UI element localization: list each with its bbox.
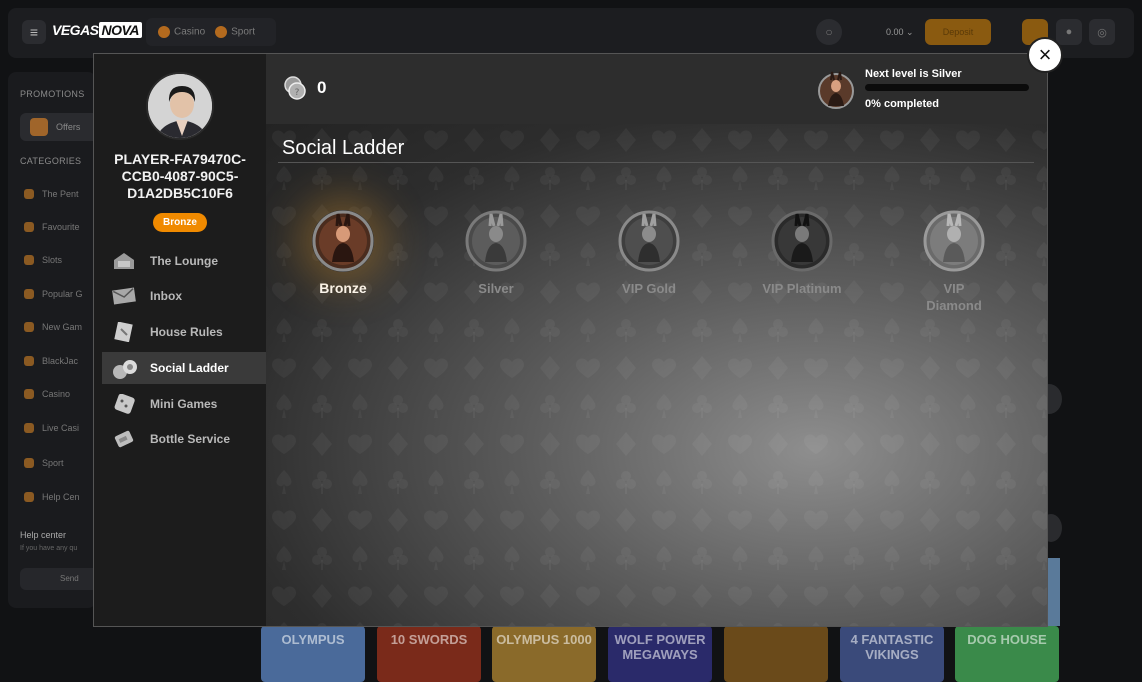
sidebar-item[interactable]: Popular G bbox=[24, 289, 83, 299]
nav-label: Mini Games bbox=[150, 397, 218, 411]
tier-silver: Silver bbox=[436, 210, 556, 297]
game-tile[interactable]: DOG HOUSE bbox=[955, 626, 1059, 682]
send-button[interactable]: Send bbox=[20, 568, 96, 590]
sidebar-item[interactable]: Live Casi bbox=[24, 423, 79, 433]
close-icon[interactable]: × bbox=[1027, 37, 1063, 73]
game-tile[interactable]: 10 SWORDS bbox=[377, 626, 481, 682]
offers-button[interactable]: Offers bbox=[20, 113, 96, 141]
vip-gold-tier-icon bbox=[618, 210, 680, 272]
game-tile[interactable]: OLYMPUS 1000 bbox=[492, 626, 596, 682]
nav-item-house-rules[interactable]: House Rules bbox=[102, 316, 266, 348]
progress-label: 0% completed bbox=[865, 98, 939, 110]
site-logo[interactable]: VEGAS NOVA bbox=[52, 22, 142, 38]
nav-label: House Rules bbox=[150, 325, 223, 339]
tier-vip-gold: VIP Gold bbox=[589, 210, 709, 297]
tab-casino[interactable]: Casino bbox=[158, 26, 205, 38]
social-ladder-panel: Social Ladder Bronze Silver VIP Gold VIP… bbox=[266, 124, 1047, 626]
sidebar-item[interactable]: Favourite bbox=[24, 222, 80, 232]
nav-item-bottle-service[interactable]: Bottle Service bbox=[102, 423, 266, 455]
sidebar-item[interactable]: Help Cen bbox=[24, 492, 80, 502]
help-center-title: Help center bbox=[20, 530, 67, 540]
current-tier-avatar bbox=[818, 70, 854, 110]
next-level-text: Next level is Silver bbox=[865, 68, 962, 80]
sidebar-item[interactable]: BlackJac bbox=[24, 356, 78, 366]
offers-icon bbox=[30, 118, 48, 136]
tier-name: Silver bbox=[478, 281, 514, 296]
language-flag-icon[interactable]: ◎ bbox=[1089, 19, 1115, 45]
vip-platinum-tier-icon bbox=[771, 210, 833, 272]
house-rules-icon bbox=[112, 321, 136, 343]
nav-item-the-lounge[interactable]: The Lounge bbox=[102, 245, 266, 277]
coin-count: 0 bbox=[317, 78, 327, 97]
tier-name: Bronze bbox=[319, 280, 367, 296]
sidebar-item[interactable]: Casino bbox=[24, 389, 70, 399]
sidebar-item[interactable]: Sport bbox=[24, 458, 64, 468]
nav-label: Bottle Service bbox=[150, 432, 231, 446]
modal-sidebar: PLAYER-FA79470C-CCB0-4087-90C5-D1A2DB5C1… bbox=[94, 54, 266, 626]
search-icon[interactable]: ○ bbox=[816, 19, 842, 45]
help-center-subtitle: If you have any qu bbox=[20, 545, 78, 552]
tier-name: VIP Platinum bbox=[762, 281, 842, 296]
categories-heading: CATEGORIES bbox=[20, 156, 82, 166]
promotions-heading: PROMOTIONS bbox=[20, 89, 85, 99]
section-title: Social Ladder bbox=[282, 137, 405, 159]
section-divider bbox=[278, 162, 1034, 163]
nav-label: The Lounge bbox=[150, 254, 218, 268]
dice-icon bbox=[112, 393, 136, 414]
tier-vip-diamond: VIP Diamond bbox=[894, 210, 1014, 314]
deposit-button[interactable]: Deposit bbox=[925, 19, 991, 45]
bottle-icon bbox=[112, 429, 136, 449]
hamburger-menu-icon[interactable]: ≡ bbox=[22, 20, 46, 44]
bronze-tier-icon bbox=[312, 210, 374, 272]
game-tile[interactable]: WOLF POWER MEGAWAYS bbox=[608, 626, 712, 682]
nav-item-social-ladder[interactable]: Social Ladder bbox=[102, 352, 266, 384]
avatar bbox=[146, 72, 214, 140]
nav-item-mini-games[interactable]: Mini Games bbox=[102, 388, 266, 420]
lounge-icon bbox=[112, 251, 136, 271]
coins-icon: ? bbox=[282, 74, 310, 102]
sidebar-item[interactable]: New Gam bbox=[24, 322, 82, 332]
balance-display[interactable]: 0.00 ⌄ bbox=[886, 27, 914, 38]
svg-text:?: ? bbox=[295, 88, 300, 98]
inbox-icon bbox=[112, 286, 136, 306]
vip-diamond-tier-icon bbox=[923, 210, 985, 272]
tier-vip-platinum: VIP Platinum bbox=[742, 210, 862, 297]
level-progress-bar bbox=[865, 84, 1029, 91]
top-tabs: Casino Sport bbox=[146, 18, 276, 46]
tier-badge: Bronze bbox=[153, 213, 207, 232]
profile-modal: PLAYER-FA79470C-CCB0-4087-90C5-D1A2DB5C1… bbox=[93, 53, 1048, 627]
nav-label: Inbox bbox=[150, 289, 182, 303]
background-sidebar: PROMOTIONS Offers CATEGORIES The Pent Fa… bbox=[8, 72, 96, 608]
player-id: PLAYER-FA79470C-CCB0-4087-90C5-D1A2DB5C1… bbox=[114, 151, 246, 201]
tier-name: VIP Gold bbox=[622, 281, 676, 296]
bell-icon[interactable]: ● bbox=[1056, 19, 1082, 45]
game-tile[interactable]: 4 FANTASTIC VIKINGS bbox=[840, 626, 944, 682]
nav-label: Social Ladder bbox=[150, 361, 229, 375]
card-suits-pattern bbox=[266, 124, 1047, 626]
game-tile[interactable]: OLYMPUS bbox=[261, 626, 365, 682]
tier-name: VIP Diamond bbox=[926, 281, 982, 313]
sidebar-item[interactable]: Slots bbox=[24, 255, 62, 265]
background-banner bbox=[1046, 558, 1060, 626]
tab-sport[interactable]: Sport bbox=[215, 26, 255, 38]
tier-bronze: Bronze bbox=[283, 210, 403, 297]
silver-tier-icon bbox=[465, 210, 527, 272]
modal-header: ? 0 Next level is Silver 0% completed bbox=[266, 54, 1047, 124]
sidebar-item[interactable]: The Pent bbox=[24, 189, 79, 199]
social-ladder-icon bbox=[112, 358, 137, 379]
nav-item-inbox[interactable]: Inbox bbox=[102, 280, 266, 312]
game-tile[interactable] bbox=[724, 626, 828, 682]
